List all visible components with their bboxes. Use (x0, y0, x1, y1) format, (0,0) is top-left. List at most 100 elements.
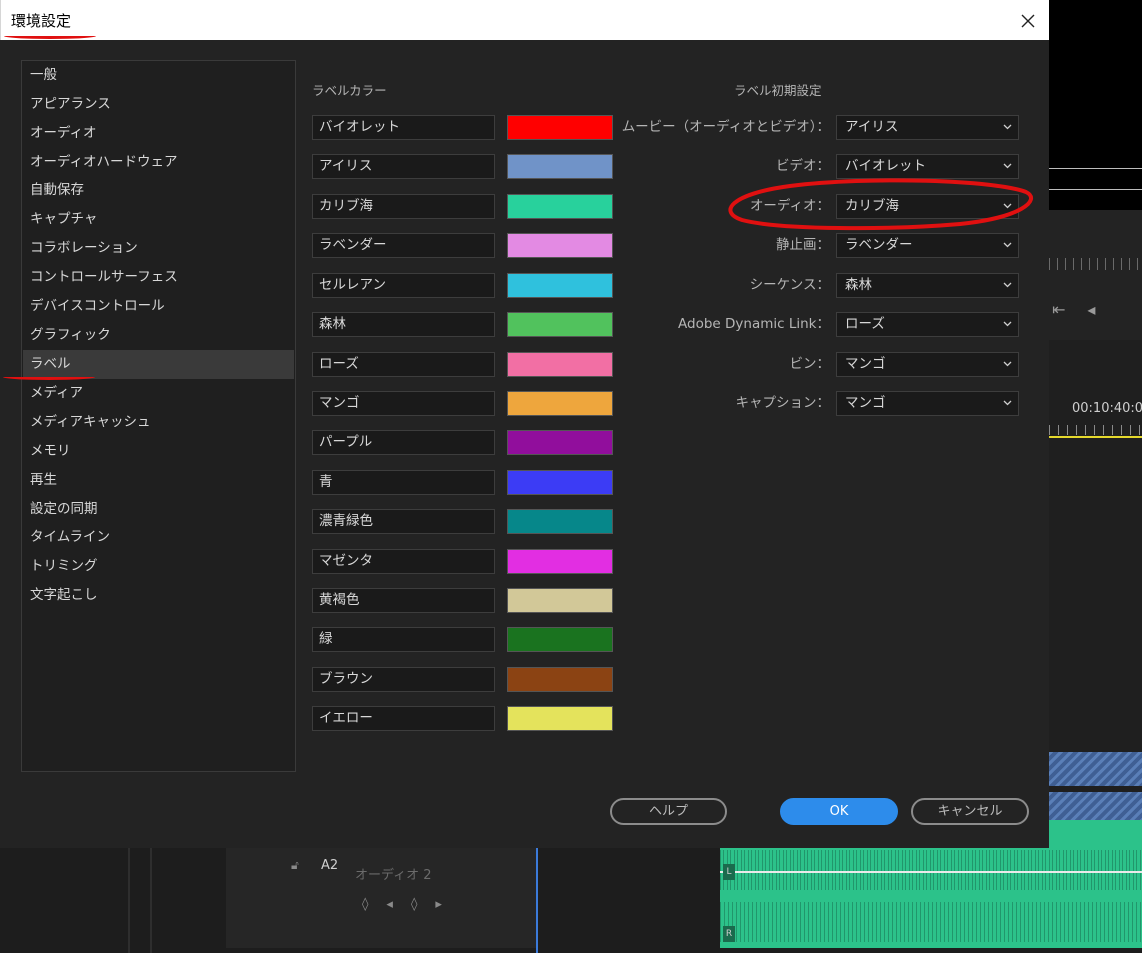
panel-divider (128, 848, 130, 953)
sequence-label-select[interactable]: 森林 (836, 273, 1019, 298)
label-color-swatch[interactable] (507, 470, 613, 495)
label-color-swatch[interactable] (507, 509, 613, 534)
chevron-down-icon (1003, 361, 1012, 367)
track-id: A2 (321, 858, 339, 873)
chevron-down-icon (1003, 163, 1012, 169)
waveform-left (720, 850, 1142, 890)
sidebar-item-sync-settings[interactable]: 設定の同期 (23, 495, 294, 524)
still-label-select[interactable]: ラベンダー (836, 233, 1019, 258)
label-name-field[interactable]: 濃青緑色 (312, 509, 495, 534)
label-name-field[interactable]: 黄褐色 (312, 588, 495, 613)
sidebar-item-transcription[interactable]: 文字起こし (23, 581, 294, 610)
sidebar-item-media-cache[interactable]: メディアキャッシュ (23, 408, 294, 437)
select-value: カリブ海 (845, 198, 899, 214)
sidebar-item-appearance[interactable]: アピアランス (23, 90, 294, 119)
default-label-sequence: シーケンス： (749, 277, 830, 293)
label-defaults-heading: ラベル初期設定 (734, 83, 822, 98)
close-icon[interactable] (1015, 8, 1041, 34)
sidebar-item-playback[interactable]: 再生 (23, 466, 294, 495)
select-value: マンゴ (845, 395, 886, 411)
title-bar[interactable]: 環境設定 (0, 0, 1049, 40)
timeline-timecode: 00:10:40:0 (1072, 401, 1142, 416)
label-color-swatch[interactable] (507, 549, 613, 574)
sidebar-item-auto-save[interactable]: 自動保存 (23, 176, 294, 205)
sidebar-item-timeline[interactable]: タイムライン (23, 523, 294, 552)
label-name-field[interactable]: バイオレット (312, 115, 495, 140)
sidebar-item-trimming[interactable]: トリミング (23, 552, 294, 581)
select-value: ローズ (845, 316, 885, 332)
label-name-field[interactable]: ローズ (312, 352, 495, 377)
select-value: マンゴ (845, 356, 886, 372)
bin-label-select[interactable]: マンゴ (836, 352, 1019, 377)
video-clip[interactable] (1049, 752, 1142, 786)
help-button[interactable]: ヘルプ (610, 798, 727, 825)
video-label-select[interactable]: バイオレット (836, 154, 1019, 179)
label-name-field[interactable]: 森林 (312, 312, 495, 337)
select-value: ラベンダー (845, 237, 913, 253)
default-label-dynamic-link: Adobe Dynamic Link： (678, 316, 830, 332)
sidebar-item-collaboration[interactable]: コラボレーション (23, 234, 294, 263)
monitor-controls-panel (1049, 210, 1142, 340)
dynamic-link-label-select[interactable]: ローズ (836, 312, 1019, 337)
label-color-swatch[interactable] (507, 588, 613, 613)
work-area-bar[interactable] (1049, 436, 1142, 438)
label-name-field[interactable]: カリブ海 (312, 194, 495, 219)
preferences-category-list: 一般 アピアランス オーディオ オーディオハードウェア 自動保存 キャプチャ コ… (21, 60, 296, 772)
waveform-right (720, 902, 1142, 942)
audio-label-select[interactable]: カリブ海 (836, 194, 1019, 219)
monitor-guide-line (1049, 168, 1142, 169)
sidebar-item-memory[interactable]: メモリ (23, 437, 294, 466)
playhead[interactable] (536, 848, 538, 953)
sidebar-item-capture[interactable]: キャプチャ (23, 205, 294, 234)
monitor-ruler (1049, 258, 1142, 270)
label-name-field[interactable]: ラベンダー (312, 233, 495, 258)
sidebar-item-device-control[interactable]: デバイスコントロール (23, 292, 294, 321)
channel-left-badge: L (723, 864, 735, 880)
transport-icons[interactable]: ⇤◂ (1052, 300, 1117, 319)
sidebar-item-general[interactable]: 一般 (23, 61, 294, 90)
red-underline-annotation (3, 374, 95, 380)
video-clip[interactable] (1049, 792, 1142, 820)
default-label-audio: オーディオ： (749, 198, 830, 214)
sidebar-item-media[interactable]: メディア (23, 379, 294, 408)
label-color-swatch[interactable] (507, 627, 613, 652)
red-underline-annotation (4, 33, 96, 39)
ok-button[interactable]: OK (780, 798, 898, 825)
default-label-movie: ムービー（オーディオとビデオ）： (621, 119, 830, 135)
sidebar-item-audio[interactable]: オーディオ (23, 119, 294, 148)
chevron-down-icon (1003, 242, 1012, 248)
label-color-swatch[interactable] (507, 430, 613, 455)
label-name-field[interactable]: 緑 (312, 627, 495, 652)
default-label-video: ビデオ： (776, 158, 830, 174)
label-name-field[interactable]: ブラウン (312, 667, 495, 692)
default-label-bin: ビン： (789, 356, 831, 372)
label-color-swatch[interactable] (507, 667, 613, 692)
channel-right-badge: R (723, 926, 735, 942)
label-colors-heading: ラベルカラー (312, 83, 387, 98)
sidebar-item-audio-hardware[interactable]: オーディオハードウェア (23, 148, 294, 177)
label-color-swatch[interactable] (507, 706, 613, 731)
label-name-field[interactable]: セルレアン (312, 273, 495, 298)
default-label-caption: キャプション： (735, 395, 831, 411)
movie-label-select[interactable]: アイリス (836, 115, 1019, 140)
label-name-field[interactable]: アイリス (312, 154, 495, 179)
dialog-title: 環境設定 (11, 12, 72, 30)
select-value: 森林 (845, 277, 872, 293)
select-value: バイオレット (845, 158, 926, 174)
track-name: オーディオ 2 (355, 868, 432, 883)
monitor-guide-line (1049, 189, 1142, 190)
label-name-field[interactable]: マンゴ (312, 391, 495, 416)
lock-icon[interactable]: 🔓︎ (291, 858, 299, 873)
cancel-button[interactable]: キャンセル (911, 798, 1029, 825)
label-name-field[interactable]: マゼンタ (312, 549, 495, 574)
label-name-field[interactable]: 青 (312, 470, 495, 495)
label-name-field[interactable]: パープル (312, 430, 495, 455)
sidebar-item-graphics[interactable]: グラフィック (23, 321, 294, 350)
sidebar-item-control-surface[interactable]: コントロールサーフェス (23, 263, 294, 292)
label-name-field[interactable]: イエロー (312, 706, 495, 731)
caption-label-select[interactable]: マンゴ (836, 391, 1019, 416)
select-value: アイリス (845, 119, 899, 135)
program-monitor (1049, 0, 1142, 210)
preferences-dialog: 環境設定 一般 アピアランス オーディオ オーディオハードウェア 自動保存 キャ… (0, 0, 1049, 848)
keyframe-nav-icons[interactable]: ◊◂◊▸ (362, 897, 460, 912)
